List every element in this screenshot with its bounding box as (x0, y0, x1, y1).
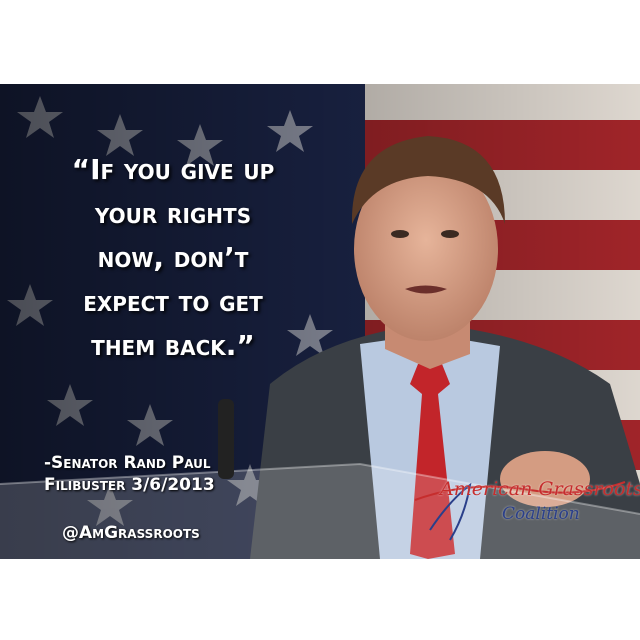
quote-line: them back.” (91, 329, 255, 362)
quote-line: expect to get (83, 285, 263, 318)
attribution-name: -Senator Rand Paul (44, 453, 211, 473)
logo-subname: Coalition (502, 504, 580, 524)
quote-line: now, don’t (97, 241, 249, 274)
organization-logo: American Grassroots Coalition (410, 470, 640, 550)
logo-name: American Grassroots (440, 478, 640, 500)
microphone (218, 399, 234, 479)
quote-text: “If you give up your rights now, don’t e… (8, 148, 338, 368)
social-handle: @AmGrassroots (62, 523, 200, 543)
quote-line: your rights (94, 197, 252, 230)
attribution: -Senator Rand Paul Filibuster 3/6/2013 (44, 452, 215, 496)
attribution-event: Filibuster 3/6/2013 (44, 475, 215, 495)
quote-line: “If you give up (71, 153, 275, 186)
